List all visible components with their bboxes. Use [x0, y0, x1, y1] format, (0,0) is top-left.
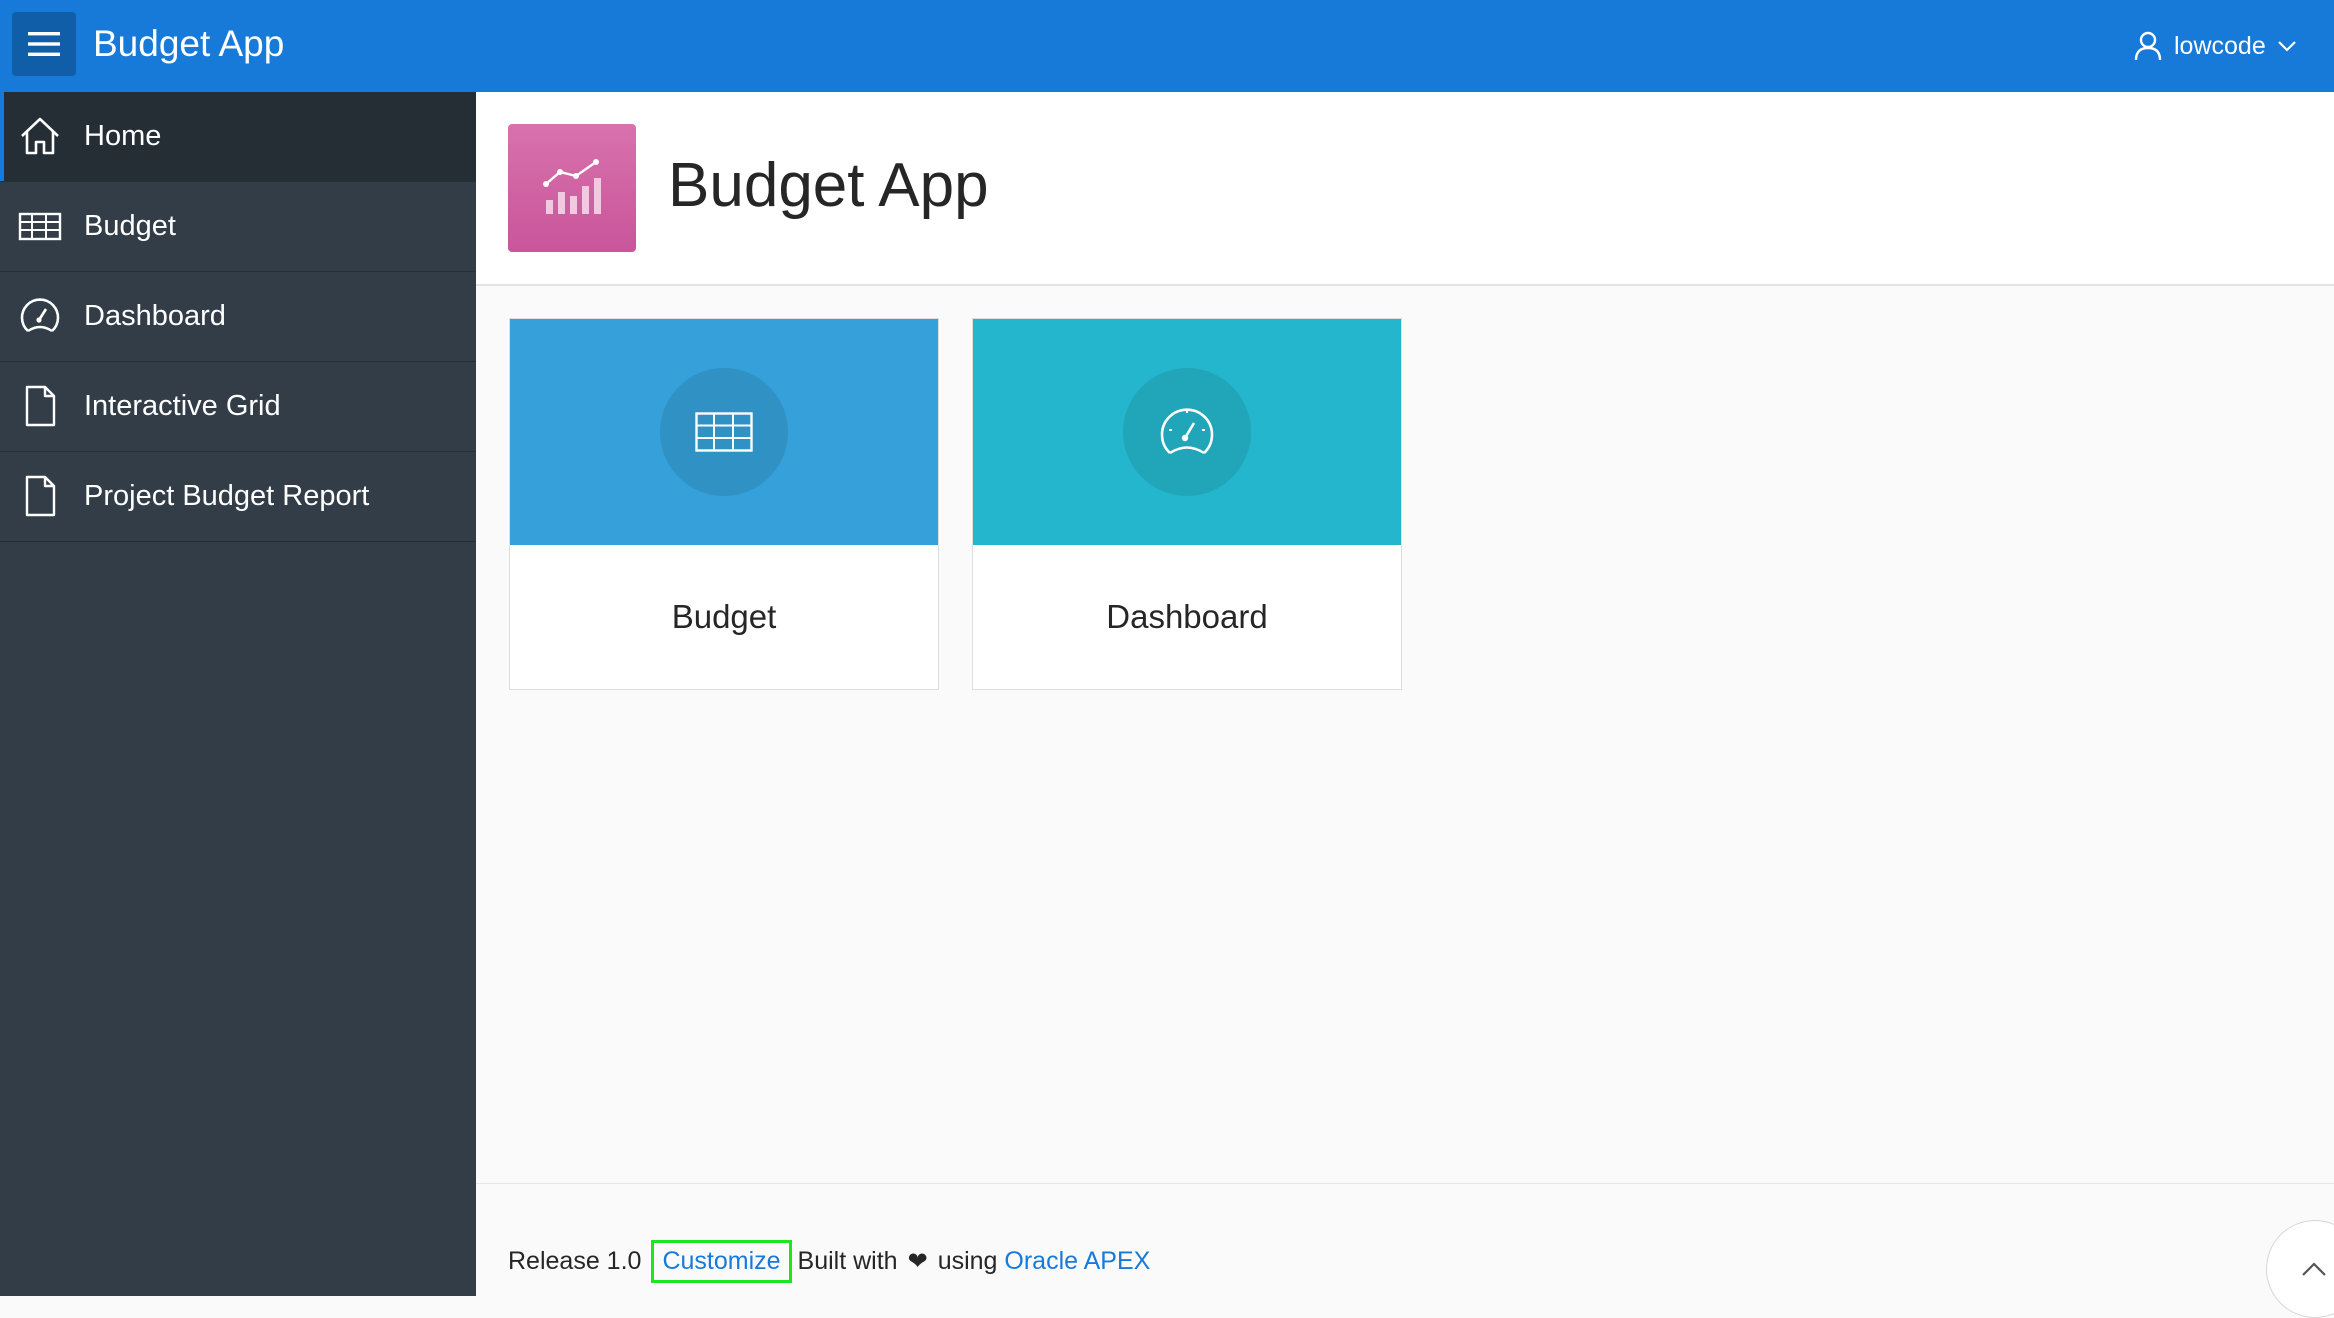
- hero-region: Budget App: [476, 92, 2334, 286]
- sidebar-item-label: Dashboard: [84, 300, 226, 332]
- card-icon-circle: [1123, 368, 1251, 496]
- sidebar-item-project-budget-report[interactable]: Project Budget Report: [0, 452, 476, 542]
- hamburger-menu-button[interactable]: [12, 12, 76, 76]
- file-icon: [25, 385, 56, 427]
- table-icon: [18, 212, 62, 241]
- user-icon: [2134, 31, 2162, 61]
- sidebar-item-label: Project Budget Report: [84, 480, 370, 512]
- card-header: [973, 319, 1401, 545]
- oracle-apex-link[interactable]: Oracle APEX: [1004, 1247, 1150, 1276]
- sidebar-item-label: Home: [84, 120, 162, 152]
- customize-highlight: Customize: [651, 1240, 792, 1283]
- table-icon: [695, 412, 753, 452]
- page-title: Budget App: [668, 151, 989, 220]
- bar-chart-trend-icon: [543, 159, 601, 214]
- dashboard-icon: [1160, 408, 1214, 455]
- customize-link[interactable]: Customize: [662, 1247, 780, 1275]
- footer-text: Release 1.0 Customize Built with ❤ using…: [508, 1240, 1150, 1283]
- sidebar-item-dashboard[interactable]: Dashboard: [0, 272, 476, 362]
- top-header: Budget App lowcode: [0, 0, 2334, 92]
- card-label: Dashboard: [1106, 598, 1268, 635]
- sidebar: Home Budget Dashboard Interactive Grid P…: [0, 92, 476, 1296]
- sidebar-item-home[interactable]: Home: [0, 92, 476, 182]
- hamburger-icon: [28, 32, 60, 56]
- using-label: using: [937, 1247, 998, 1275]
- dashboard-icon: [20, 298, 60, 333]
- card-dashboard[interactable]: Dashboard: [972, 318, 1402, 690]
- heart-icon: ❤: [907, 1248, 928, 1275]
- card-icon-circle: [660, 368, 788, 496]
- chevron-down-icon: [2277, 41, 2296, 52]
- card-header: [510, 319, 938, 545]
- footer: Release 1.0 Customize Built with ❤ using…: [476, 1183, 2334, 1318]
- sidebar-item-interactive-grid[interactable]: Interactive Grid: [0, 362, 476, 452]
- scroll-to-top-button[interactable]: [2266, 1220, 2334, 1318]
- sidebar-item-label: Interactive Grid: [84, 390, 281, 422]
- app-icon: [508, 124, 636, 252]
- home-icon: [21, 117, 59, 155]
- username-label: lowcode: [2174, 31, 2266, 60]
- sidebar-item-budget[interactable]: Budget: [0, 182, 476, 272]
- sidebar-item-label: Budget: [84, 210, 176, 242]
- file-icon: [25, 475, 56, 517]
- chevron-up-icon: [2302, 1262, 2326, 1276]
- card-label: Budget: [671, 598, 777, 635]
- release-label: Release 1.0: [508, 1247, 642, 1275]
- app-title[interactable]: Budget App: [93, 20, 284, 68]
- card-budget[interactable]: Budget: [509, 318, 939, 690]
- user-menu[interactable]: lowcode: [2134, 0, 2334, 92]
- built-with-label: Built with: [797, 1247, 898, 1275]
